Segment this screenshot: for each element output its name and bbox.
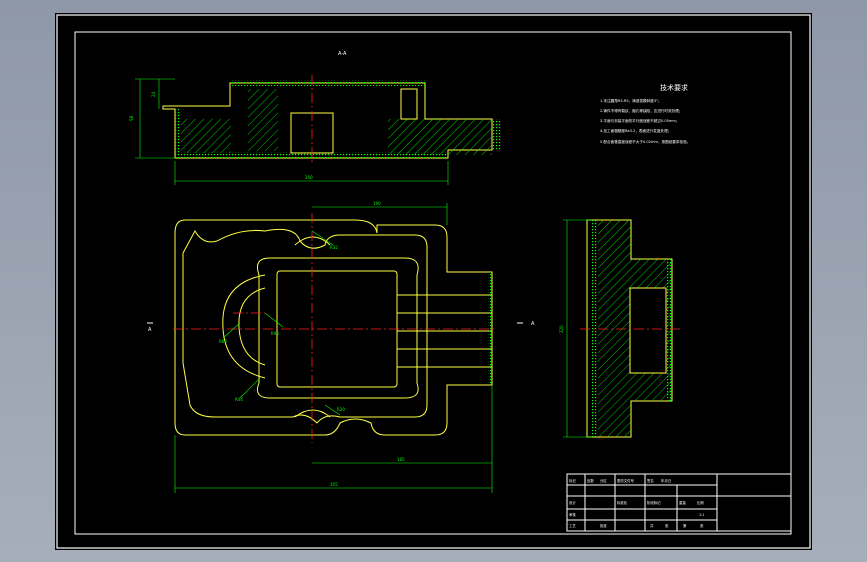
tech-req-line-2: 2.铸件不得有裂纹、缩孔等缺陷，应进行时效处理； bbox=[600, 108, 683, 113]
tb-r2-c2: 标准化 bbox=[617, 500, 628, 505]
tech-req-line-5: 5.配合面垂直度误差不大于0.02mm，按图纸要求检验。 bbox=[600, 139, 690, 144]
dim-r-bottom: R20 bbox=[337, 407, 345, 412]
tb-r1-c3: 分区 bbox=[600, 478, 607, 483]
dim-overall-width: 355 bbox=[330, 482, 338, 487]
view-arrow-left: A bbox=[148, 327, 152, 333]
plan-pocket-rim bbox=[256, 257, 419, 399]
dim-width-label: 350 bbox=[305, 175, 313, 180]
inner-frame bbox=[74, 31, 792, 535]
tb-r1-c6: 年月日 bbox=[661, 478, 671, 483]
tech-requirements: 技术要求 1.未注圆角R3-R5，铸造拔模斜度3°； 2.铸件不得有裂纹、缩孔等… bbox=[600, 83, 690, 144]
dim-r-lower: R44 bbox=[235, 397, 243, 402]
tb-r1-c1: 标记 bbox=[569, 478, 576, 483]
outer-frame bbox=[56, 14, 811, 549]
dim-height-label: 58 bbox=[129, 115, 134, 121]
tb-r4-c2: 批准 bbox=[600, 523, 607, 528]
plan-bottom-arc bbox=[294, 409, 331, 418]
tb-r4-c5: 第 bbox=[683, 523, 687, 528]
plan-view: A A R32 R45 R60 R44 R20 190 185 355 bbox=[147, 201, 535, 493]
leader-r-mid bbox=[264, 312, 284, 328]
plan-right-edge bbox=[488, 272, 493, 385]
dim-r-mid: R45 bbox=[271, 331, 279, 336]
tb-r1-c5: 签名 bbox=[647, 478, 654, 483]
side-shell-left bbox=[592, 220, 598, 437]
drawing-sheet: A-A 58 24 350 A A R32 R45 R60 R44 R20 19… bbox=[55, 13, 812, 550]
tech-req-line-4: 4.加工面粗糙度Ra3.2，表面进行发蓝处理； bbox=[600, 128, 671, 133]
dim-side-height: 320 bbox=[559, 325, 564, 333]
view-arrow-right: A bbox=[531, 321, 535, 327]
section-shell-left bbox=[175, 109, 181, 154]
tb-r4-c3: 共 bbox=[650, 523, 654, 528]
tb-r4-c1: 工艺 bbox=[569, 523, 576, 528]
tb-r2-c4: 重量 bbox=[679, 500, 686, 505]
section-shell-right bbox=[492, 119, 502, 150]
tb-r2-c5: 比例 bbox=[697, 500, 704, 505]
section-slot bbox=[400, 88, 418, 120]
tb-r4-c4: 张 bbox=[665, 523, 669, 528]
dim-bottom-offset: 185 bbox=[397, 457, 405, 462]
plan-top-arc bbox=[294, 236, 331, 246]
tb-r2-c3: 阶段标记 bbox=[647, 500, 661, 505]
tb-r3-c1: 审核 bbox=[569, 512, 576, 517]
cad-drawing: A-A 58 24 350 A A R32 R45 R60 R44 R20 19… bbox=[56, 14, 811, 549]
plan-right-ribs bbox=[397, 294, 492, 368]
dim-step-label: 24 bbox=[151, 91, 156, 97]
leader-r-left bbox=[222, 322, 241, 339]
tech-req-line-3: 3.平面与安装平面的平行度误差不超过0.05mm； bbox=[600, 118, 680, 123]
dim-r-upper: R32 bbox=[330, 245, 338, 250]
section-view: A-A 58 24 350 bbox=[129, 51, 502, 185]
section-shell-top bbox=[230, 80, 425, 86]
tech-req-title: 技术要求 bbox=[660, 83, 688, 92]
hatch-center-boss bbox=[248, 89, 278, 151]
plan-left-boss-inner bbox=[238, 287, 266, 366]
leader-r-lower bbox=[239, 377, 261, 399]
tb-r1-c2: 处数 bbox=[587, 478, 594, 483]
tb-r1-c4: 更改文件号 bbox=[617, 478, 635, 483]
section-label: A-A bbox=[338, 51, 347, 57]
title-block: 标记 处数 分区 更改文件号 签名 年月日 设计 标准化 阶段标记 重量 比例 … bbox=[566, 473, 792, 532]
side-pocket-fill bbox=[630, 288, 666, 373]
side-view: 320 bbox=[559, 219, 680, 438]
tb-r4-c6: 张 bbox=[700, 523, 704, 528]
tech-req-line-1: 1.未注圆角R3-R5，铸造拔模斜度3°； bbox=[600, 98, 662, 103]
tb-scale: 1:1 bbox=[699, 513, 704, 517]
side-shell-right bbox=[667, 259, 672, 401]
dim-top-width: 190 bbox=[373, 201, 381, 206]
hatch-right-flange bbox=[388, 119, 492, 155]
hatch-left-wall bbox=[181, 119, 231, 153]
tb-r2-c1: 设计 bbox=[569, 500, 576, 505]
side-hatch-main bbox=[598, 220, 631, 437]
dim-r-left: R60 bbox=[219, 339, 227, 344]
